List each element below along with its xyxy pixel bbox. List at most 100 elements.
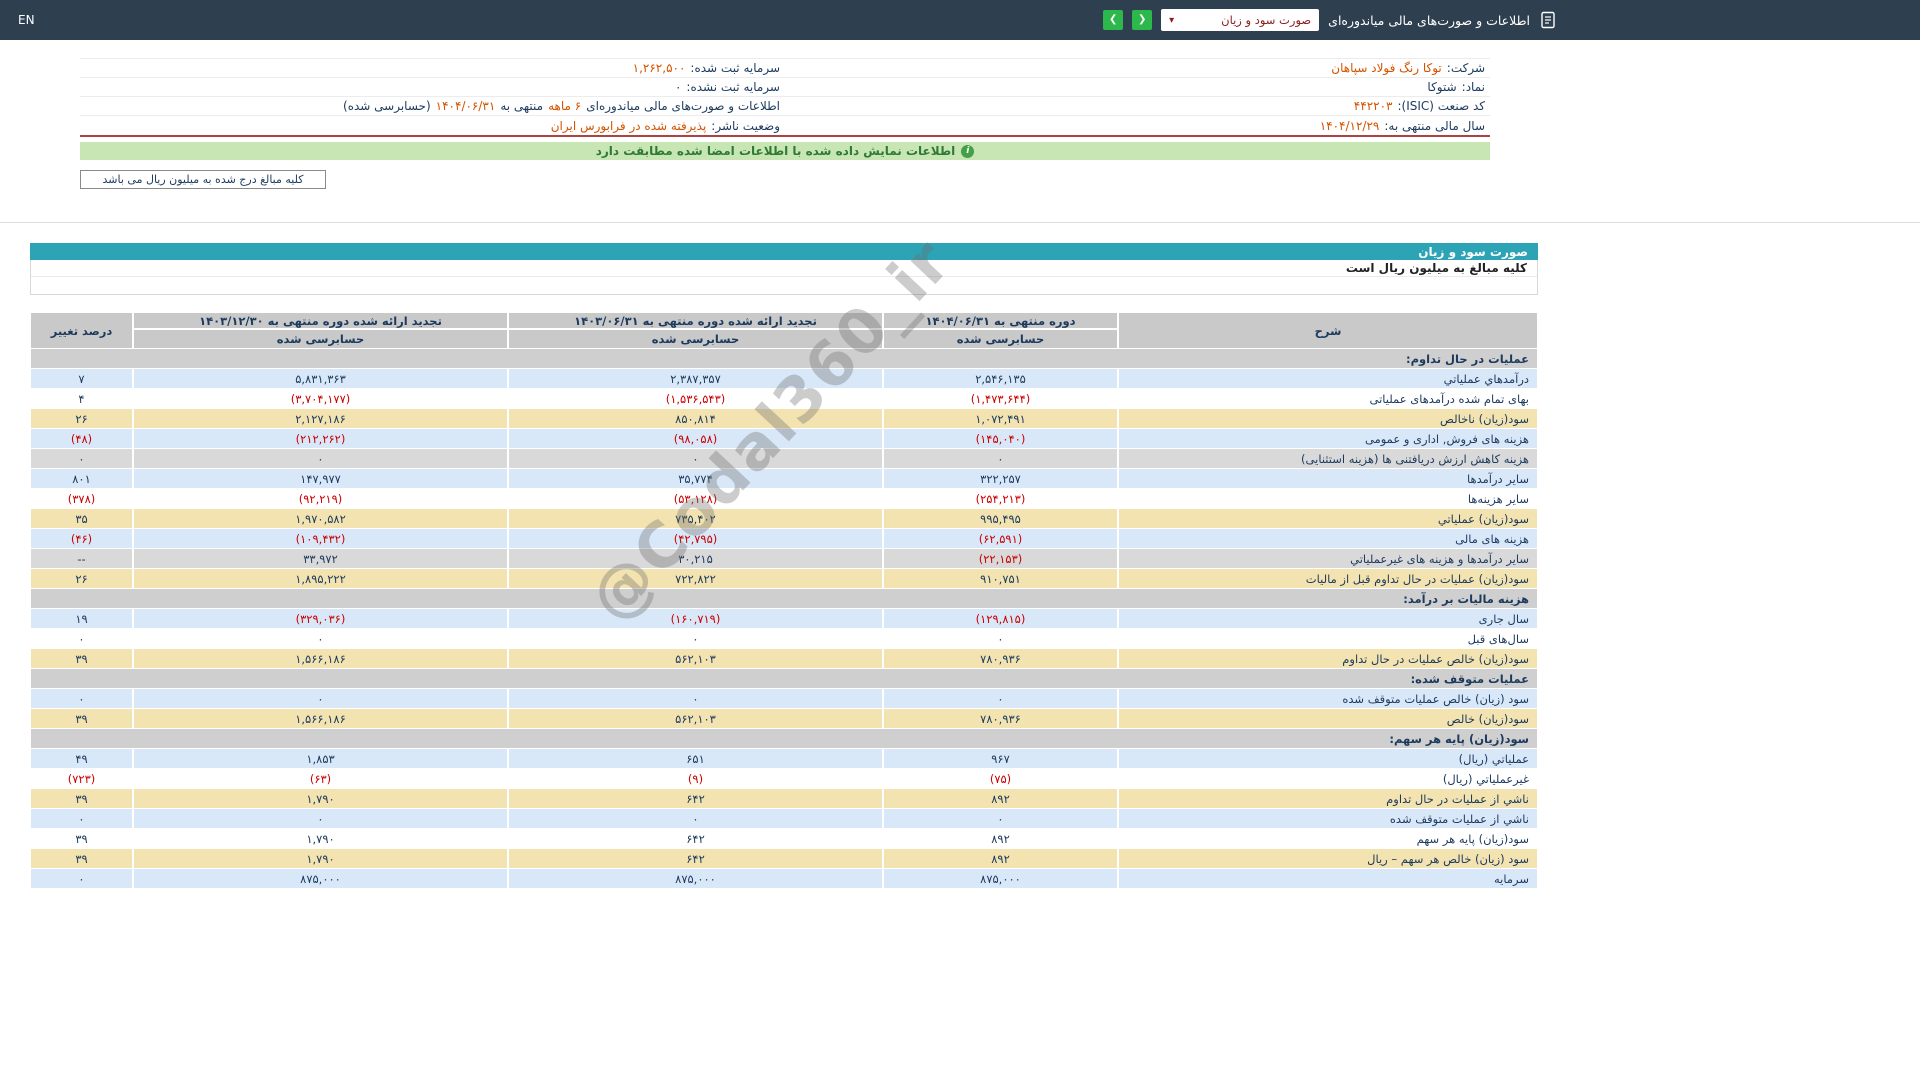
statement-title-bar: صورت سود و زیان xyxy=(30,243,1538,260)
fiscal-year-value: ۱۴۰۴/۱۲/۲۹ xyxy=(1320,119,1380,133)
section-row-label: عملیات در حال تداوم: xyxy=(30,349,1538,368)
section-row-label: هزینه مالیات بر درآمد: xyxy=(30,589,1538,608)
chevron-down-icon: ▾ xyxy=(1169,15,1174,26)
row-label: سود(زیان) پایه هر سهم xyxy=(1118,829,1538,848)
cell-value: ۹۶۷ xyxy=(883,749,1118,768)
symbol-value: شتوکا xyxy=(1427,80,1456,94)
registered-capital-value: ۱,۲۶۲,۵۰۰ xyxy=(633,61,686,75)
cell-value: ۲,۵۴۶,۱۳۵ xyxy=(883,369,1118,388)
cell-value: ۱,۰۷۲,۴۹۱ xyxy=(883,409,1118,428)
table-row: سود(زیان) خالص۷۸۰,۹۳۶۵۶۲,۱۰۳۱,۵۶۶,۱۸۶۳۹ xyxy=(30,709,1538,728)
cell-value: (۶۳) xyxy=(133,769,508,788)
table-row: سود(زیان) عملیاتي۹۹۵,۴۹۵۷۳۵,۴۰۲۱,۹۷۰,۵۸۲… xyxy=(30,509,1538,528)
cell-value: ۶۴۲ xyxy=(508,789,883,808)
row-label: سود (زیان) خالص عملیات متوقف شده xyxy=(1118,689,1538,708)
cell-value: ۸۹۲ xyxy=(883,849,1118,868)
cell-percent-change: ۴۹ xyxy=(30,749,133,768)
row-label: سال‌های قبل xyxy=(1118,629,1538,648)
cell-value: ۱,۹۷۰,۵۸۲ xyxy=(133,509,508,528)
table-row: ناشي از عملیات در حال تداوم۸۹۲۶۴۲۱,۷۹۰۳۹ xyxy=(30,789,1538,808)
table-row: سایر درآمدها و هزینه های غیرعملیاتي(۲۲,۱… xyxy=(30,549,1538,568)
cell-value: ۸۹۲ xyxy=(883,829,1118,848)
cell-value: (۱,۵۳۶,۵۴۳) xyxy=(508,389,883,408)
report-period-mid: منتهی به xyxy=(500,99,543,113)
unregistered-capital-value: ۰ xyxy=(675,80,681,94)
cell-value: ۸۵۰,۸۱۴ xyxy=(508,409,883,428)
symbol-cell: نماد: شتوکا xyxy=(785,80,1490,94)
cell-value: ۱,۸۹۵,۲۲۲ xyxy=(133,569,508,588)
cell-value: (۵۳,۱۲۸) xyxy=(508,489,883,508)
col-header-period-current: دوره منتهی به ۱۴۰۴/۰۶/۳۱ xyxy=(883,312,1118,329)
table-section-row: عملیات در حال تداوم: xyxy=(30,349,1538,368)
cell-percent-change: ۰ xyxy=(30,449,133,468)
cell-value: ۱,۵۶۶,۱۸۶ xyxy=(133,709,508,728)
cell-percent-change: ۳۵ xyxy=(30,509,133,528)
row-label: سود(زیان) عملیاتي xyxy=(1118,509,1538,528)
cell-value: ۲,۳۸۷,۳۵۷ xyxy=(508,369,883,388)
cell-value: ۷۳۵,۴۰۲ xyxy=(508,509,883,528)
cell-value: ۱۴۷,۹۷۷ xyxy=(133,469,508,488)
signature-match-text: اطلاعات نمایش داده شده با اطلاعات امضا ش… xyxy=(596,144,956,158)
issuer-status-cell: وضعیت ناشر: پذیرفته شده در فرابورس ایران xyxy=(80,119,785,133)
cell-percent-change: ۳۹ xyxy=(30,649,133,668)
cell-value: ۱,۸۵۳ xyxy=(133,749,508,768)
row-label: سود(زیان) عملیات در حال تداوم قبل از مال… xyxy=(1118,569,1538,588)
row-label: هزینه کاهش ارزش دریافتنی ها (هزینه استثن… xyxy=(1118,449,1538,468)
cell-value: (۱۴۵,۰۴۰) xyxy=(883,429,1118,448)
language-toggle-en[interactable]: EN xyxy=(18,13,35,27)
cell-value: ۵۶۲,۱۰۳ xyxy=(508,709,883,728)
row-label: سایر درآمدها و هزینه های غیرعملیاتي xyxy=(1118,549,1538,568)
statement-section: صورت سود و زیان کلیه مبالغ به میلیون ریا… xyxy=(30,243,1538,888)
amounts-note-box: کلیه مبالغ به میلیون ریال است xyxy=(30,260,1538,295)
row-label: سایر درآمدها xyxy=(1118,469,1538,488)
company-name-cell: شرکت: توکا رنگ فولاد سپاهان xyxy=(785,61,1490,75)
cell-value: (۳۲۹,۰۳۶) xyxy=(133,609,508,628)
col-header-period-annual: تجدید ارائه شده دوره منتهی به ۱۴۰۳/۱۲/۳۰ xyxy=(133,312,508,329)
info-row: سال مالی منتهی به: ۱۴۰۴/۱۲/۲۹ وضعیت ناشر… xyxy=(80,116,1490,135)
table-row: سود (زیان) خالص عملیات متوقف شده۰۰۰۰ xyxy=(30,689,1538,708)
cell-value: ۸۷۵,۰۰۰ xyxy=(508,869,883,888)
issuer-status-value: پذیرفته شده در فرابورس ایران xyxy=(551,119,707,133)
cell-value: ۰ xyxy=(508,689,883,708)
cell-percent-change: ۲۶ xyxy=(30,409,133,428)
statement-type-dropdown[interactable]: صورت سود و زیان ▾ xyxy=(1161,9,1319,31)
cell-percent-change: ۷ xyxy=(30,369,133,388)
cell-value: ۰ xyxy=(508,629,883,648)
cell-value: ۱,۵۶۶,۱۸۶ xyxy=(133,649,508,668)
col-header-period-prior: تجدید ارائه شده دوره منتهی به ۱۴۰۳/۰۶/۳۱ xyxy=(508,312,883,329)
cell-value: ۷۸۰,۹۳۶ xyxy=(883,649,1118,668)
cell-value: (۷۵) xyxy=(883,769,1118,788)
table-row: سال جاری(۱۲۹,۸۱۵)(۱۶۰,۷۱۹)(۳۲۹,۰۳۶)۱۹ xyxy=(30,609,1538,628)
cell-value: ۰ xyxy=(133,689,508,708)
cell-value: (۹) xyxy=(508,769,883,788)
cell-value: ۶۴۲ xyxy=(508,829,883,848)
million-rial-note: کلیه مبالغ درج شده به میلیون ریال می باش… xyxy=(80,170,326,189)
table-row: سود(زیان) خالص عملیات در حال تداوم۷۸۰,۹۳… xyxy=(30,649,1538,668)
cell-percent-change: (۴۶) xyxy=(30,529,133,548)
table-row: سال‌های قبل۰۰۰۰ xyxy=(30,629,1538,648)
cell-percent-change: ۰ xyxy=(30,689,133,708)
page-title: اطلاعات و صورت‌های مالی میاندوره‌ای xyxy=(1328,13,1530,28)
cell-value: (۲۵۴,۲۱۳) xyxy=(883,489,1118,508)
cell-value: ۹۱۰,۷۵۱ xyxy=(883,569,1118,588)
table-row: سود(زیان) عملیات در حال تداوم قبل از مال… xyxy=(30,569,1538,588)
cell-value: ۸۹۲ xyxy=(883,789,1118,808)
cell-value: ۷۸۰,۹۳۶ xyxy=(883,709,1118,728)
section-row-label: عملیات متوقف شده: xyxy=(30,669,1538,688)
table-row: سود(زیان) ناخالص۱,۰۷۲,۴۹۱۸۵۰,۸۱۴۲,۱۲۷,۱۸… xyxy=(30,409,1538,428)
unregistered-capital-label: سرمایه ثبت نشده: xyxy=(686,80,780,94)
table-row: هزینه کاهش ارزش دریافتنی ها (هزینه استثن… xyxy=(30,449,1538,468)
cell-value: ۰ xyxy=(883,449,1118,468)
signature-match-banner: i اطلاعات نمایش داده شده با اطلاعات امضا… xyxy=(80,142,1490,160)
fiscal-year-label: سال مالی منتهی به: xyxy=(1384,119,1485,133)
row-label: سود(زیان) ناخالص xyxy=(1118,409,1538,428)
cell-value: ۰ xyxy=(508,809,883,828)
table-row: هزینه های فروش, اداری و عمومی(۱۴۵,۰۴۰)(۹… xyxy=(30,429,1538,448)
cell-value: (۲۲,۱۵۳) xyxy=(883,549,1118,568)
cell-value: ۹۹۵,۴۹۵ xyxy=(883,509,1118,528)
cell-percent-change: ۱۹ xyxy=(30,609,133,628)
prev-statement-button[interactable]: ❯ xyxy=(1103,10,1123,30)
income-statement-table: شرح دوره منتهی به ۱۴۰۴/۰۶/۳۱ حسابرسی شده… xyxy=(30,312,1538,888)
cell-value: ۲,۱۲۷,۱۸۶ xyxy=(133,409,508,428)
next-statement-button[interactable]: ❮ xyxy=(1132,10,1152,30)
